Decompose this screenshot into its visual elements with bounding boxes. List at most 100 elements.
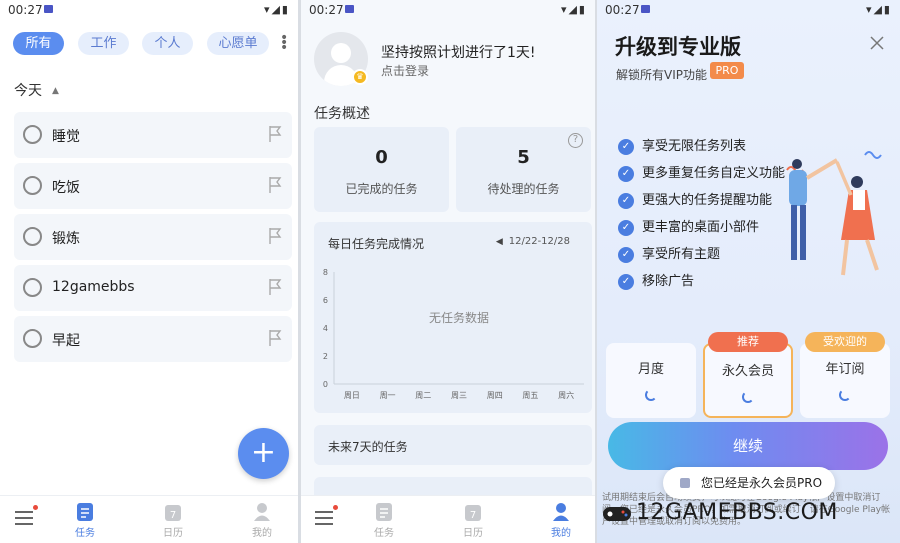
- date-range-selector[interactable]: ◀ 12/22-12/28: [496, 236, 570, 247]
- feature-label: 享受所有主题: [642, 247, 721, 262]
- nav-calendar[interactable]: 7 日历: [148, 502, 198, 539]
- plan-monthly[interactable]: 月度: [606, 343, 696, 418]
- signal-battery-icons: ▾◢▮: [865, 3, 892, 16]
- feature-item: ✓ 更丰富的桌面小部件: [618, 216, 759, 236]
- daily-chart: 0 2 4 6 8 周日 周一 周二 周三 周四 周五 周六 无任务数据: [323, 268, 584, 400]
- nav-calendar[interactable]: 7 日历: [448, 502, 498, 539]
- flag-icon[interactable]: [268, 125, 282, 143]
- nav-me-label: 我的: [551, 528, 571, 539]
- task-item[interactable]: 睡觉: [14, 112, 292, 158]
- task-item[interactable]: 早起: [14, 316, 292, 362]
- chart-title: 每日任务完成情况: [328, 237, 425, 251]
- x-tick-label: 周四: [487, 391, 503, 400]
- pro-upgrade-screen: 00:27 ▾◢▮ 升级到专业版 解锁所有VIP功能 PRO ✓ 享受无限任务列表…: [597, 0, 900, 543]
- tag-popular: 受欢迎的: [805, 332, 885, 352]
- more-vertical-icon[interactable]: • • •: [280, 31, 288, 55]
- x-tick-label: 周六: [558, 390, 574, 400]
- nav-me[interactable]: 我的: [536, 502, 586, 539]
- x-tick-label: 周日: [344, 391, 360, 400]
- task-checkbox[interactable]: [23, 278, 42, 297]
- status-time: 00:27: [8, 3, 43, 17]
- close-icon[interactable]: [870, 36, 884, 50]
- check-icon: ✓: [618, 273, 634, 290]
- check-icon: ✓: [618, 165, 634, 182]
- flag-icon[interactable]: [268, 278, 282, 296]
- calendar-icon: 7: [165, 505, 181, 521]
- calendar-icon: 7: [465, 505, 481, 521]
- nav-me-label: 我的: [252, 528, 272, 539]
- plan-name: 年订阅: [825, 362, 865, 377]
- crown-icon: ♛: [352, 69, 368, 85]
- task-list-icon: [376, 503, 392, 521]
- y-tick-label: 2: [323, 352, 328, 361]
- nav-tasks[interactable]: 任务: [60, 502, 110, 539]
- task-checkbox[interactable]: [23, 176, 42, 195]
- feature-item: ✓ 更强大的任务提醒功能: [618, 189, 772, 209]
- plan-lifetime[interactable]: 永久会员: [703, 343, 793, 418]
- add-task-button[interactable]: +: [238, 428, 289, 479]
- task-label: 吃饭: [52, 180, 80, 196]
- notification-dot: [33, 505, 38, 510]
- feature-item: ✓ 更多重复任务自定义功能: [618, 162, 785, 182]
- help-icon[interactable]: ?: [568, 133, 583, 148]
- tasks-screen: 00:27 ▾◢▮ 所有 工作 个人 心愿单 • • • 今天 ▲ 睡觉 吃饭 锻炼 …: [0, 0, 298, 543]
- nav-tasks[interactable]: 任务: [359, 502, 409, 539]
- overview-title: 任务概述: [314, 106, 370, 122]
- feature-label: 更强大的任务提醒功能: [642, 193, 773, 208]
- task-item[interactable]: 锻炼: [14, 214, 292, 260]
- signal-battery-icons: ▾◢▮: [560, 3, 587, 16]
- signal-battery-icons: ▾◢▮: [263, 3, 290, 16]
- menu-icon[interactable]: [315, 511, 333, 525]
- task-checkbox[interactable]: [23, 227, 42, 246]
- section-today-label: 今天: [14, 83, 42, 99]
- user-icon: [553, 503, 569, 521]
- loading-spinner-icon: [839, 389, 851, 401]
- plan-name: 永久会员: [721, 364, 774, 379]
- future-tasks-card[interactable]: 未来7天的任务: [314, 425, 592, 465]
- check-icon: ✓: [618, 192, 634, 209]
- feature-label: 更丰富的桌面小部件: [642, 220, 760, 235]
- toast-message: 您已经是永久会员PRO: [663, 467, 835, 499]
- check-icon: ✓: [618, 246, 634, 263]
- pending-card: 5 待处理的任务 ?: [456, 127, 591, 212]
- status-bar: 00:27 ▾◢▮: [0, 0, 298, 22]
- y-tick-label: 6: [323, 296, 328, 305]
- category-chips: 所有 工作 个人 心愿单 • • •: [13, 31, 290, 56]
- notification-icon: [44, 5, 53, 13]
- login-link[interactable]: 点击登录: [381, 62, 429, 79]
- y-tick-label: 0: [323, 380, 328, 389]
- task-list-icon: [77, 503, 93, 521]
- continue-button[interactable]: 继续: [608, 422, 888, 470]
- flag-icon[interactable]: [268, 176, 282, 194]
- task-item[interactable]: 12gamebbs: [14, 265, 292, 311]
- chip-personal[interactable]: 个人: [142, 32, 193, 55]
- calendar-icon-number: 7: [170, 510, 176, 521]
- task-item[interactable]: 吃饭: [14, 163, 292, 209]
- flag-icon[interactable]: [268, 329, 282, 347]
- no-data-label: 无任务数据: [429, 310, 489, 325]
- plan-yearly[interactable]: 年订阅: [800, 343, 890, 418]
- nav-me[interactable]: 我的: [237, 502, 287, 539]
- task-label: 锻炼: [52, 231, 80, 247]
- pro-subtitle: 解锁所有VIP功能: [616, 68, 707, 82]
- completed-card: 0 已完成的任务: [314, 127, 449, 212]
- task-checkbox[interactable]: [23, 329, 42, 348]
- prev-week-icon[interactable]: ◀: [496, 237, 503, 247]
- gamepad-icon: [603, 507, 631, 521]
- x-tick-label: 周五: [522, 391, 538, 400]
- section-today[interactable]: 今天 ▲: [14, 80, 59, 100]
- completed-count: 0: [375, 147, 388, 168]
- x-tick-label: 周二: [415, 391, 431, 400]
- task-checkbox[interactable]: [23, 125, 42, 144]
- chip-wishlist[interactable]: 心愿单: [207, 32, 269, 55]
- notification-icon: [641, 5, 650, 13]
- menu-icon[interactable]: [15, 511, 33, 525]
- watermark: 12GAMEBBS.COM: [602, 500, 838, 525]
- flag-icon[interactable]: [268, 227, 282, 245]
- task-label: 12gamebbs: [52, 279, 135, 295]
- chip-work[interactable]: 工作: [78, 32, 129, 55]
- daily-chart-card: 每日任务完成情况 ◀ 12/22-12/28 0 2 4 6 8 周日 周一 周二 周三 周四 周五 周…: [314, 222, 592, 413]
- chip-all[interactable]: 所有: [13, 32, 64, 55]
- notification-icon: [345, 5, 354, 13]
- tag-recommended: 推荐: [708, 332, 788, 352]
